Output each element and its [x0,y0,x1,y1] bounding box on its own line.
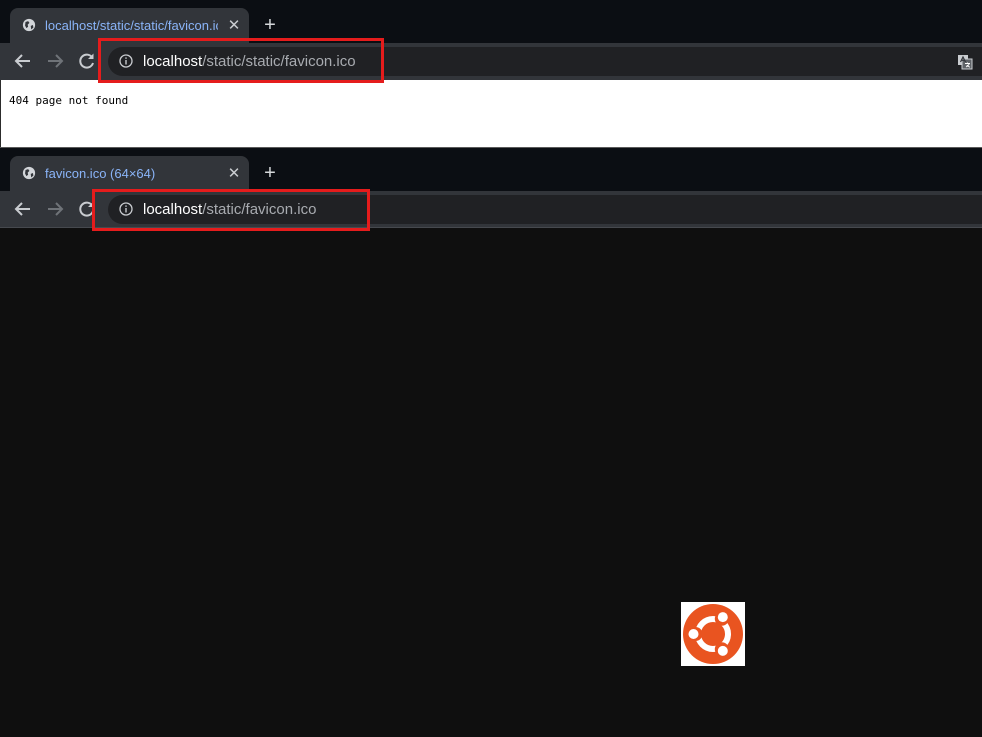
error-message: 404 page not found [9,94,129,107]
tab-strip: localhost/static/static/favicon.ico ✕ + [0,0,982,43]
tab-title: localhost/static/static/favicon.ico [45,18,218,33]
globe-icon [22,18,36,32]
url-path: /static/static/favicon.ico [202,53,356,70]
ubuntu-logo-icon [683,604,743,664]
browser-toolbar: localhost/static/static/favicon.ico [0,43,982,80]
back-arrow-icon[interactable] [12,198,34,220]
favicon-image [681,602,745,666]
browser-tab[interactable]: favicon.ico (64×64) ✕ [10,156,249,191]
translate-icon[interactable] [957,54,973,70]
globe-icon [22,166,36,180]
close-icon[interactable]: ✕ [225,165,243,183]
browser-window-2: favicon.ico (64×64) ✕ + localhost/static… [0,148,982,737]
address-bar[interactable]: localhost/static/favicon.ico [108,195,982,224]
close-icon[interactable]: ✕ [225,17,243,35]
address-bar[interactable]: localhost/static/static/favicon.ico [108,47,982,76]
browser-tab[interactable]: localhost/static/static/favicon.ico ✕ [10,8,249,43]
forward-arrow-icon[interactable] [44,50,66,72]
forward-arrow-icon[interactable] [44,198,66,220]
url-host: localhost [143,201,203,218]
new-tab-button[interactable]: + [260,163,280,183]
reload-icon[interactable] [76,50,98,72]
reload-icon[interactable] [76,198,98,220]
browser-window-1: localhost/static/static/favicon.ico ✕ + … [0,0,982,147]
tab-strip: favicon.ico (64×64) ✕ + [0,148,982,191]
back-arrow-icon[interactable] [12,50,34,72]
info-icon[interactable] [119,54,133,68]
url-path: /static/favicon.ico [202,201,317,218]
browser-toolbar: localhost/static/favicon.ico [0,191,982,228]
url-text: localhost/static/static/favicon.ico [143,53,356,70]
tab-title: favicon.ico (64×64) [45,166,156,181]
url-host: localhost [143,53,203,70]
page-content: 404 page not found [0,80,982,147]
url-text: localhost/static/favicon.ico [143,201,316,218]
new-tab-button[interactable]: + [260,15,280,35]
image-viewer [0,228,982,737]
info-icon[interactable] [119,202,133,216]
